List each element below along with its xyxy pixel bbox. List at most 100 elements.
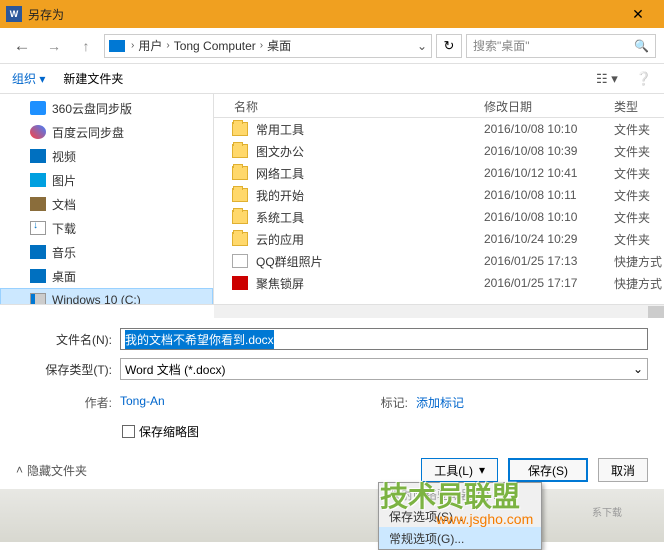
- tree-label: 文档: [52, 196, 76, 213]
- folder-icon: [232, 122, 248, 136]
- tree-label: 视频: [52, 148, 76, 165]
- sidebar-item[interactable]: 360云盘同步版: [0, 96, 213, 120]
- tree-label: 图片: [52, 172, 76, 189]
- chevron-down-icon[interactable]: ⌄: [417, 39, 427, 53]
- save-button[interactable]: 保存(S): [508, 458, 588, 482]
- close-icon[interactable]: ✕: [618, 0, 658, 28]
- tree-icon: [30, 269, 46, 283]
- title-bar: W 另存为 ✕: [0, 0, 664, 28]
- sidebar-tree: 360云盘同步版百度云同步盘视频图片文档下载音乐桌面Windows 10 (C:…: [0, 94, 214, 304]
- chevron-up-icon: ˄: [16, 463, 23, 477]
- file-row[interactable]: 系统工具2016/10/08 10:10文件夹: [214, 206, 664, 228]
- shortcut-icon: [232, 254, 248, 268]
- file-row[interactable]: 我的开始2016/10/08 10:11文件夹: [214, 184, 664, 206]
- file-date: 2016/10/08 10:11: [484, 188, 614, 202]
- view-button[interactable]: ☷ ▾: [596, 71, 618, 87]
- crumb-users[interactable]: 用户: [136, 37, 164, 54]
- cancel-button[interactable]: 取消: [598, 458, 648, 482]
- folder-icon: [232, 232, 248, 246]
- tree-label: 360云盘同步版: [52, 100, 132, 117]
- organize-button[interactable]: 组织 ▾: [12, 70, 45, 87]
- tree-icon: [30, 197, 46, 211]
- menu-map-drive: 映射网络驱动器(N)...: [379, 483, 541, 505]
- sidebar-item[interactable]: Windows 10 (C:): [0, 288, 213, 304]
- file-kind: 快捷方式: [614, 275, 664, 292]
- hide-folders-button[interactable]: ˄ 隐藏文件夹: [16, 462, 87, 479]
- file-date: 2016/10/12 10:41: [484, 166, 614, 180]
- pc-icon: [109, 40, 125, 52]
- col-name[interactable]: 名称: [214, 98, 484, 115]
- up-button[interactable]: ↑: [72, 33, 100, 59]
- forward-button: →: [40, 33, 68, 59]
- tree-icon: [30, 173, 46, 187]
- filename-value: 我的文档不希望你看到.docx: [125, 330, 274, 349]
- sidebar-item[interactable]: 音乐: [0, 240, 213, 264]
- file-date: 2016/10/08 10:10: [484, 122, 614, 136]
- file-name: 云的应用: [256, 231, 484, 248]
- menu-general-options[interactable]: 常规选项(G)...: [379, 527, 541, 549]
- sub-watermark: 系下载: [592, 504, 622, 519]
- breadcrumb[interactable]: › 用户 › Tong Computer › 桌面 ⌄: [104, 34, 432, 58]
- filetype-label: 保存类型(T):: [16, 361, 120, 378]
- sidebar-item[interactable]: 文档: [0, 192, 213, 216]
- sidebar-item[interactable]: 视频: [0, 144, 213, 168]
- tags-value[interactable]: 添加标记: [416, 394, 464, 411]
- file-kind: 文件夹: [614, 165, 664, 182]
- tree-icon: [30, 125, 46, 139]
- folder-icon: [232, 210, 248, 224]
- file-name: 我的开始: [256, 187, 484, 204]
- file-kind: 文件夹: [614, 209, 664, 226]
- file-row[interactable]: QQ群组照片2016/01/25 17:13快捷方式: [214, 250, 664, 272]
- sidebar-item[interactable]: 百度云同步盘: [0, 120, 213, 144]
- file-kind: 快捷方式: [614, 253, 664, 270]
- filetype-select[interactable]: Word 文档 (*.docx) ⌄: [120, 358, 648, 380]
- menu-save-options[interactable]: 保存选项(S)...: [379, 505, 541, 527]
- folder-icon: [232, 188, 248, 202]
- col-kind[interactable]: 类型: [614, 98, 664, 115]
- thumbnail-checkbox[interactable]: [122, 425, 135, 438]
- search-icon: 🔍: [634, 39, 649, 53]
- sidebar-item[interactable]: 下载: [0, 216, 213, 240]
- new-folder-button[interactable]: 新建文件夹: [63, 70, 123, 87]
- scrollbar[interactable]: [0, 304, 664, 318]
- sidebar-item[interactable]: 图片: [0, 168, 213, 192]
- tools-button[interactable]: 工具(L) ▾: [421, 458, 498, 482]
- file-date: 2016/10/08 10:10: [484, 210, 614, 224]
- back-button[interactable]: ←: [8, 33, 36, 59]
- file-row[interactable]: 云的应用2016/10/24 10:29文件夹: [214, 228, 664, 250]
- scroll-handle[interactable]: [648, 306, 664, 318]
- author-label: 作者:: [16, 394, 120, 411]
- file-name: 系统工具: [256, 209, 484, 226]
- file-date: 2016/10/08 10:39: [484, 144, 614, 158]
- folder-icon: [232, 166, 248, 180]
- tools-menu: 映射网络驱动器(N)... 保存选项(S)... 常规选项(G)...: [378, 482, 542, 550]
- file-name: QQ群组照片: [256, 253, 484, 270]
- navigation-bar: ← → ↑ › 用户 › Tong Computer › 桌面 ⌄ ↻ 搜索"桌…: [0, 28, 664, 64]
- tree-label: 音乐: [52, 244, 76, 261]
- file-row[interactable]: 聚焦锁屏2016/01/25 17:17快捷方式: [214, 272, 664, 294]
- toolbar: 组织 ▾ 新建文件夹 ☷ ▾ ❔: [0, 64, 664, 94]
- filetype-value: Word 文档 (*.docx): [125, 361, 225, 378]
- author-value[interactable]: Tong-An: [120, 394, 165, 411]
- refresh-button[interactable]: ↻: [436, 34, 462, 58]
- file-name: 聚焦锁屏: [256, 275, 484, 292]
- column-headers[interactable]: 名称 修改日期 类型: [214, 94, 664, 118]
- file-name: 网络工具: [256, 165, 484, 182]
- folder-icon: [232, 144, 248, 158]
- filename-input[interactable]: 我的文档不希望你看到.docx: [120, 328, 648, 350]
- filename-label: 文件名(N):: [16, 331, 120, 348]
- crumb-desktop[interactable]: 桌面: [265, 37, 293, 54]
- crumb-user[interactable]: Tong Computer: [172, 39, 258, 53]
- file-name: 图文办公: [256, 143, 484, 160]
- file-date: 2016/01/25 17:17: [484, 276, 614, 290]
- search-input[interactable]: 搜索"桌面" 🔍: [466, 34, 656, 58]
- file-row[interactable]: 图文办公2016/10/08 10:39文件夹: [214, 140, 664, 162]
- tree-icon: [30, 245, 46, 259]
- col-modified[interactable]: 修改日期: [484, 98, 614, 115]
- thumbnail-label: 保存缩略图: [139, 423, 199, 440]
- help-button[interactable]: ❔: [636, 71, 652, 87]
- file-row[interactable]: 常用工具2016/10/08 10:10文件夹: [214, 118, 664, 140]
- shortcut2-icon: [232, 276, 248, 290]
- file-row[interactable]: 网络工具2016/10/12 10:41文件夹: [214, 162, 664, 184]
- sidebar-item[interactable]: 桌面: [0, 264, 213, 288]
